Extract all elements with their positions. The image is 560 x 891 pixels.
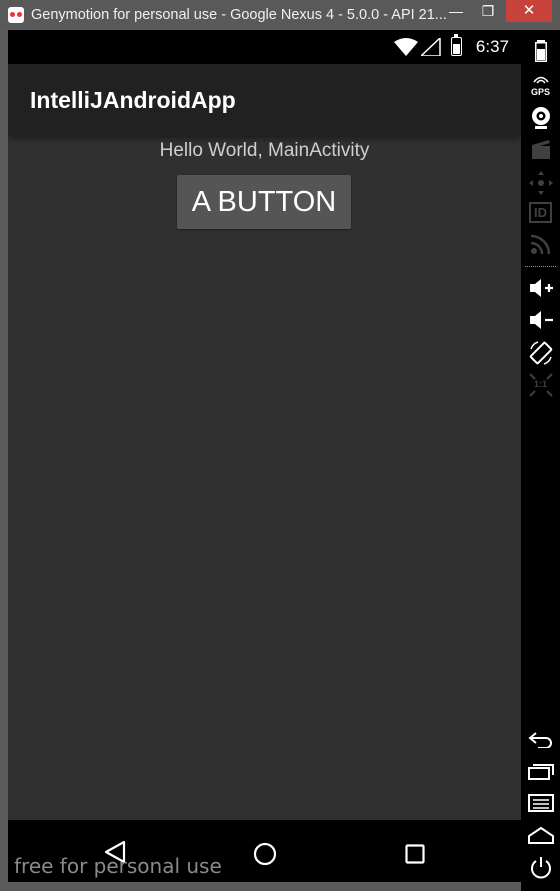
minimize-button[interactable]: —: [439, 0, 473, 22]
status-clock: 6:37: [475, 37, 509, 56]
recent-apps-key-icon[interactable]: [521, 762, 560, 785]
navigation-bar: free for personal use: [8, 820, 521, 882]
nav-home-icon[interactable]: [253, 842, 277, 866]
genymotion-logo-icon: [8, 7, 24, 23]
toolbar-divider: [525, 266, 556, 267]
battery-icon: [451, 34, 462, 56]
device-id-widget-icon[interactable]: ID: [521, 202, 560, 223]
camera-widget-icon[interactable]: [521, 106, 560, 135]
device-screen[interactable]: 6:37 IntelliJAndroidApp Hello World, Mai…: [8, 30, 521, 882]
id-label: ID: [529, 202, 552, 223]
menu-key-icon[interactable]: [521, 794, 560, 817]
back-key-icon[interactable]: [521, 730, 560, 753]
gps-label: GPS: [530, 87, 550, 97]
pixel-perfect-icon[interactable]: 1:1: [521, 372, 560, 403]
a-button[interactable]: A BUTTON: [177, 175, 351, 229]
rss-widget-icon[interactable]: [521, 233, 560, 260]
maximize-button[interactable]: ❐: [471, 0, 505, 22]
window-title: Genymotion for personal use - Google Nex…: [31, 7, 447, 23]
cell-signal-icon: [421, 38, 441, 56]
screencast-widget-icon[interactable]: [521, 138, 560, 165]
gps-widget-icon[interactable]: GPS: [521, 72, 560, 97]
rotate-screen-icon[interactable]: [521, 340, 560, 371]
window-title-bar: Genymotion for personal use - Google Nex…: [0, 0, 560, 30]
volume-up-icon[interactable]: [521, 277, 560, 304]
app-title: IntelliJAndroidApp: [30, 87, 236, 113]
wifi-icon: [394, 38, 418, 56]
home-key-icon[interactable]: [521, 826, 560, 849]
hello-text: Hello World, MainActivity: [159, 140, 370, 161]
watermark-text: free for personal use: [14, 854, 222, 878]
nav-recents-icon[interactable]: [405, 844, 425, 864]
battery-widget-icon[interactable]: [521, 40, 560, 67]
genymotion-toolbar: GPS ID 1:1: [521, 30, 560, 891]
volume-down-icon[interactable]: [521, 309, 560, 336]
dpad-widget-icon[interactable]: [521, 170, 560, 201]
status-bar: 6:37: [8, 30, 521, 64]
pixel-perfect-label: 1:1: [533, 379, 547, 389]
power-key-icon[interactable]: [521, 856, 560, 885]
close-button[interactable]: ✕: [506, 0, 552, 22]
action-bar: IntelliJAndroidApp: [8, 64, 521, 136]
